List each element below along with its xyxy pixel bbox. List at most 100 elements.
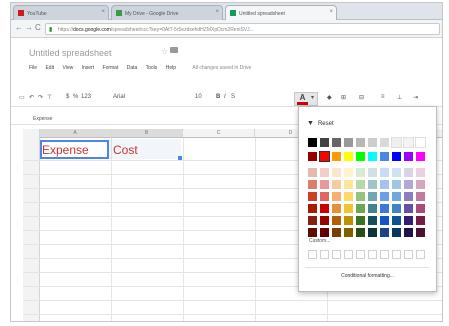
text-color-button[interactable]: A bbox=[296, 93, 309, 105]
color-swatch-bright-0[interactable] bbox=[308, 152, 317, 161]
close-tab-icon[interactable]: × bbox=[329, 9, 333, 15]
color-swatch-shade3-9[interactable] bbox=[416, 204, 425, 213]
font-select[interactable]: Arial bbox=[113, 94, 125, 100]
color-swatch-gray-8[interactable] bbox=[403, 137, 414, 148]
color-swatch-shade1-2[interactable] bbox=[332, 180, 341, 189]
star-icon[interactable]: ☆ bbox=[161, 47, 168, 56]
color-swatch-gray-0[interactable] bbox=[308, 138, 317, 147]
color-swatch-bright-4[interactable] bbox=[356, 152, 365, 161]
color-swatch-shade3-5[interactable] bbox=[368, 204, 377, 213]
tab-untitled-spreadsheet[interactable]: Untitled spreadsheet × bbox=[225, 5, 337, 20]
color-swatch-bright-3[interactable] bbox=[344, 152, 353, 161]
custom-color-slot[interactable] bbox=[368, 250, 377, 259]
menu-file[interactable]: File bbox=[29, 65, 37, 71]
merge-cells-icon[interactable]: ⊟ bbox=[359, 94, 364, 101]
color-swatch-shade2-1[interactable] bbox=[320, 192, 329, 201]
fill-handle[interactable] bbox=[178, 156, 182, 160]
custom-color-slot[interactable] bbox=[320, 250, 329, 259]
color-swatch-bright-6[interactable] bbox=[380, 152, 389, 161]
number-format-button[interactable]: 123 bbox=[81, 94, 91, 100]
color-swatch-gray-7[interactable] bbox=[391, 137, 402, 148]
color-swatch-shade4-3[interactable] bbox=[344, 216, 353, 225]
color-swatch-shade5-5[interactable] bbox=[368, 228, 377, 237]
color-swatch-shade1-1[interactable] bbox=[320, 180, 329, 189]
chevron-down-icon[interactable]: ▾ bbox=[311, 94, 314, 101]
color-swatch-shade3-8[interactable] bbox=[404, 204, 413, 213]
menu-edit[interactable]: Edit bbox=[45, 65, 54, 71]
undo-icon[interactable]: ↶ bbox=[29, 94, 34, 101]
color-swatch-shade4-6[interactable] bbox=[380, 216, 389, 225]
cell-a1[interactable]: Expense bbox=[42, 143, 89, 157]
color-swatch-shade1-9[interactable] bbox=[416, 180, 425, 189]
color-swatch-shade3-7[interactable] bbox=[392, 204, 401, 213]
menu-view[interactable]: View bbox=[62, 65, 73, 71]
custom-color-slot[interactable] bbox=[392, 250, 401, 259]
color-swatch-gray-2[interactable] bbox=[332, 138, 341, 147]
back-arrow-icon[interactable]: ← bbox=[15, 23, 23, 32]
color-swatch-shade4-2[interactable] bbox=[332, 216, 341, 225]
forward-arrow-icon[interactable]: → bbox=[25, 23, 33, 32]
currency-icon[interactable]: $ bbox=[66, 94, 69, 100]
color-swatch-bright-9[interactable] bbox=[416, 152, 425, 161]
color-swatch-shade1-6[interactable] bbox=[380, 180, 389, 189]
menu-help[interactable]: Help bbox=[166, 65, 176, 71]
color-swatch-shade2-4[interactable] bbox=[356, 192, 365, 201]
menu-data[interactable]: Data bbox=[127, 65, 138, 71]
column-header-a[interactable]: A bbox=[40, 129, 111, 138]
percent-button[interactable]: % bbox=[73, 94, 78, 100]
strikethrough-icon[interactable]: S bbox=[231, 94, 235, 100]
color-swatch-shade0-5[interactable] bbox=[368, 168, 377, 177]
color-swatch-shade1-0[interactable] bbox=[308, 180, 317, 189]
valign-icon[interactable]: ⊥ bbox=[397, 94, 402, 101]
color-swatch-shade0-7[interactable] bbox=[392, 168, 401, 177]
column-header-c[interactable]: C bbox=[183, 129, 255, 138]
redo-icon[interactable]: ↷ bbox=[38, 94, 43, 101]
color-swatch-shade3-4[interactable] bbox=[356, 204, 365, 213]
color-swatch-gray-6[interactable] bbox=[380, 138, 389, 147]
close-tab-icon[interactable]: × bbox=[215, 9, 219, 15]
color-swatch-shade1-8[interactable] bbox=[404, 180, 413, 189]
color-swatch-shade2-7[interactable] bbox=[392, 192, 401, 201]
custom-color-slot[interactable] bbox=[332, 250, 341, 259]
print-icon[interactable]: ▭ bbox=[19, 94, 25, 101]
color-swatch-shade4-7[interactable] bbox=[392, 216, 401, 225]
color-swatch-shade0-1[interactable] bbox=[320, 168, 329, 177]
menu-tools[interactable]: Tools bbox=[146, 65, 158, 71]
doc-title[interactable]: Untitled spreadsheet bbox=[29, 48, 112, 58]
custom-color-slot[interactable] bbox=[380, 250, 389, 259]
custom-color-slot[interactable] bbox=[356, 250, 365, 259]
column-header-b[interactable]: B bbox=[111, 129, 183, 138]
italic-button[interactable]: I bbox=[224, 94, 226, 100]
color-swatch-shade2-2[interactable] bbox=[332, 192, 341, 201]
color-swatch-gray-5[interactable] bbox=[368, 138, 377, 147]
align-icon[interactable]: ≡ bbox=[381, 94, 385, 100]
color-swatch-shade5-4[interactable] bbox=[356, 228, 365, 237]
color-swatch-shade0-2[interactable] bbox=[332, 168, 341, 177]
color-swatch-shade0-9[interactable] bbox=[416, 168, 425, 177]
color-swatch-shade4-8[interactable] bbox=[404, 216, 413, 225]
color-swatch-shade4-9[interactable] bbox=[416, 216, 425, 225]
color-swatch-shade3-0[interactable] bbox=[308, 204, 317, 213]
color-swatch-shade1-7[interactable] bbox=[392, 180, 401, 189]
reload-icon[interactable]: C bbox=[35, 23, 41, 32]
color-swatch-shade4-5[interactable] bbox=[368, 216, 377, 225]
color-swatch-shade5-9[interactable] bbox=[416, 228, 425, 237]
borders-icon[interactable]: ⊞ bbox=[341, 94, 346, 101]
color-swatch-shade2-8[interactable] bbox=[404, 192, 413, 201]
color-swatch-gray-1[interactable] bbox=[320, 138, 329, 147]
custom-color-slot[interactable] bbox=[344, 250, 353, 259]
bold-button[interactable]: B bbox=[216, 94, 220, 100]
color-swatch-shade4-1[interactable] bbox=[320, 216, 329, 225]
font-size-select[interactable]: 10 bbox=[195, 94, 202, 100]
color-swatch-shade5-0[interactable] bbox=[308, 228, 317, 237]
color-swatch-shade1-3[interactable] bbox=[344, 180, 353, 189]
color-swatch-shade4-4[interactable] bbox=[356, 216, 365, 225]
color-swatch-shade5-7[interactable] bbox=[392, 228, 401, 237]
color-swatch-shade3-1[interactable] bbox=[320, 204, 329, 213]
color-swatch-shade5-1[interactable] bbox=[320, 228, 329, 237]
color-swatch-shade5-2[interactable] bbox=[332, 228, 341, 237]
conditional-formatting-link[interactable]: Conditional formatting... bbox=[299, 273, 436, 279]
close-tab-icon[interactable]: × bbox=[101, 9, 105, 15]
custom-color-slot[interactable] bbox=[308, 250, 317, 259]
color-swatch-shade2-3[interactable] bbox=[344, 192, 353, 201]
